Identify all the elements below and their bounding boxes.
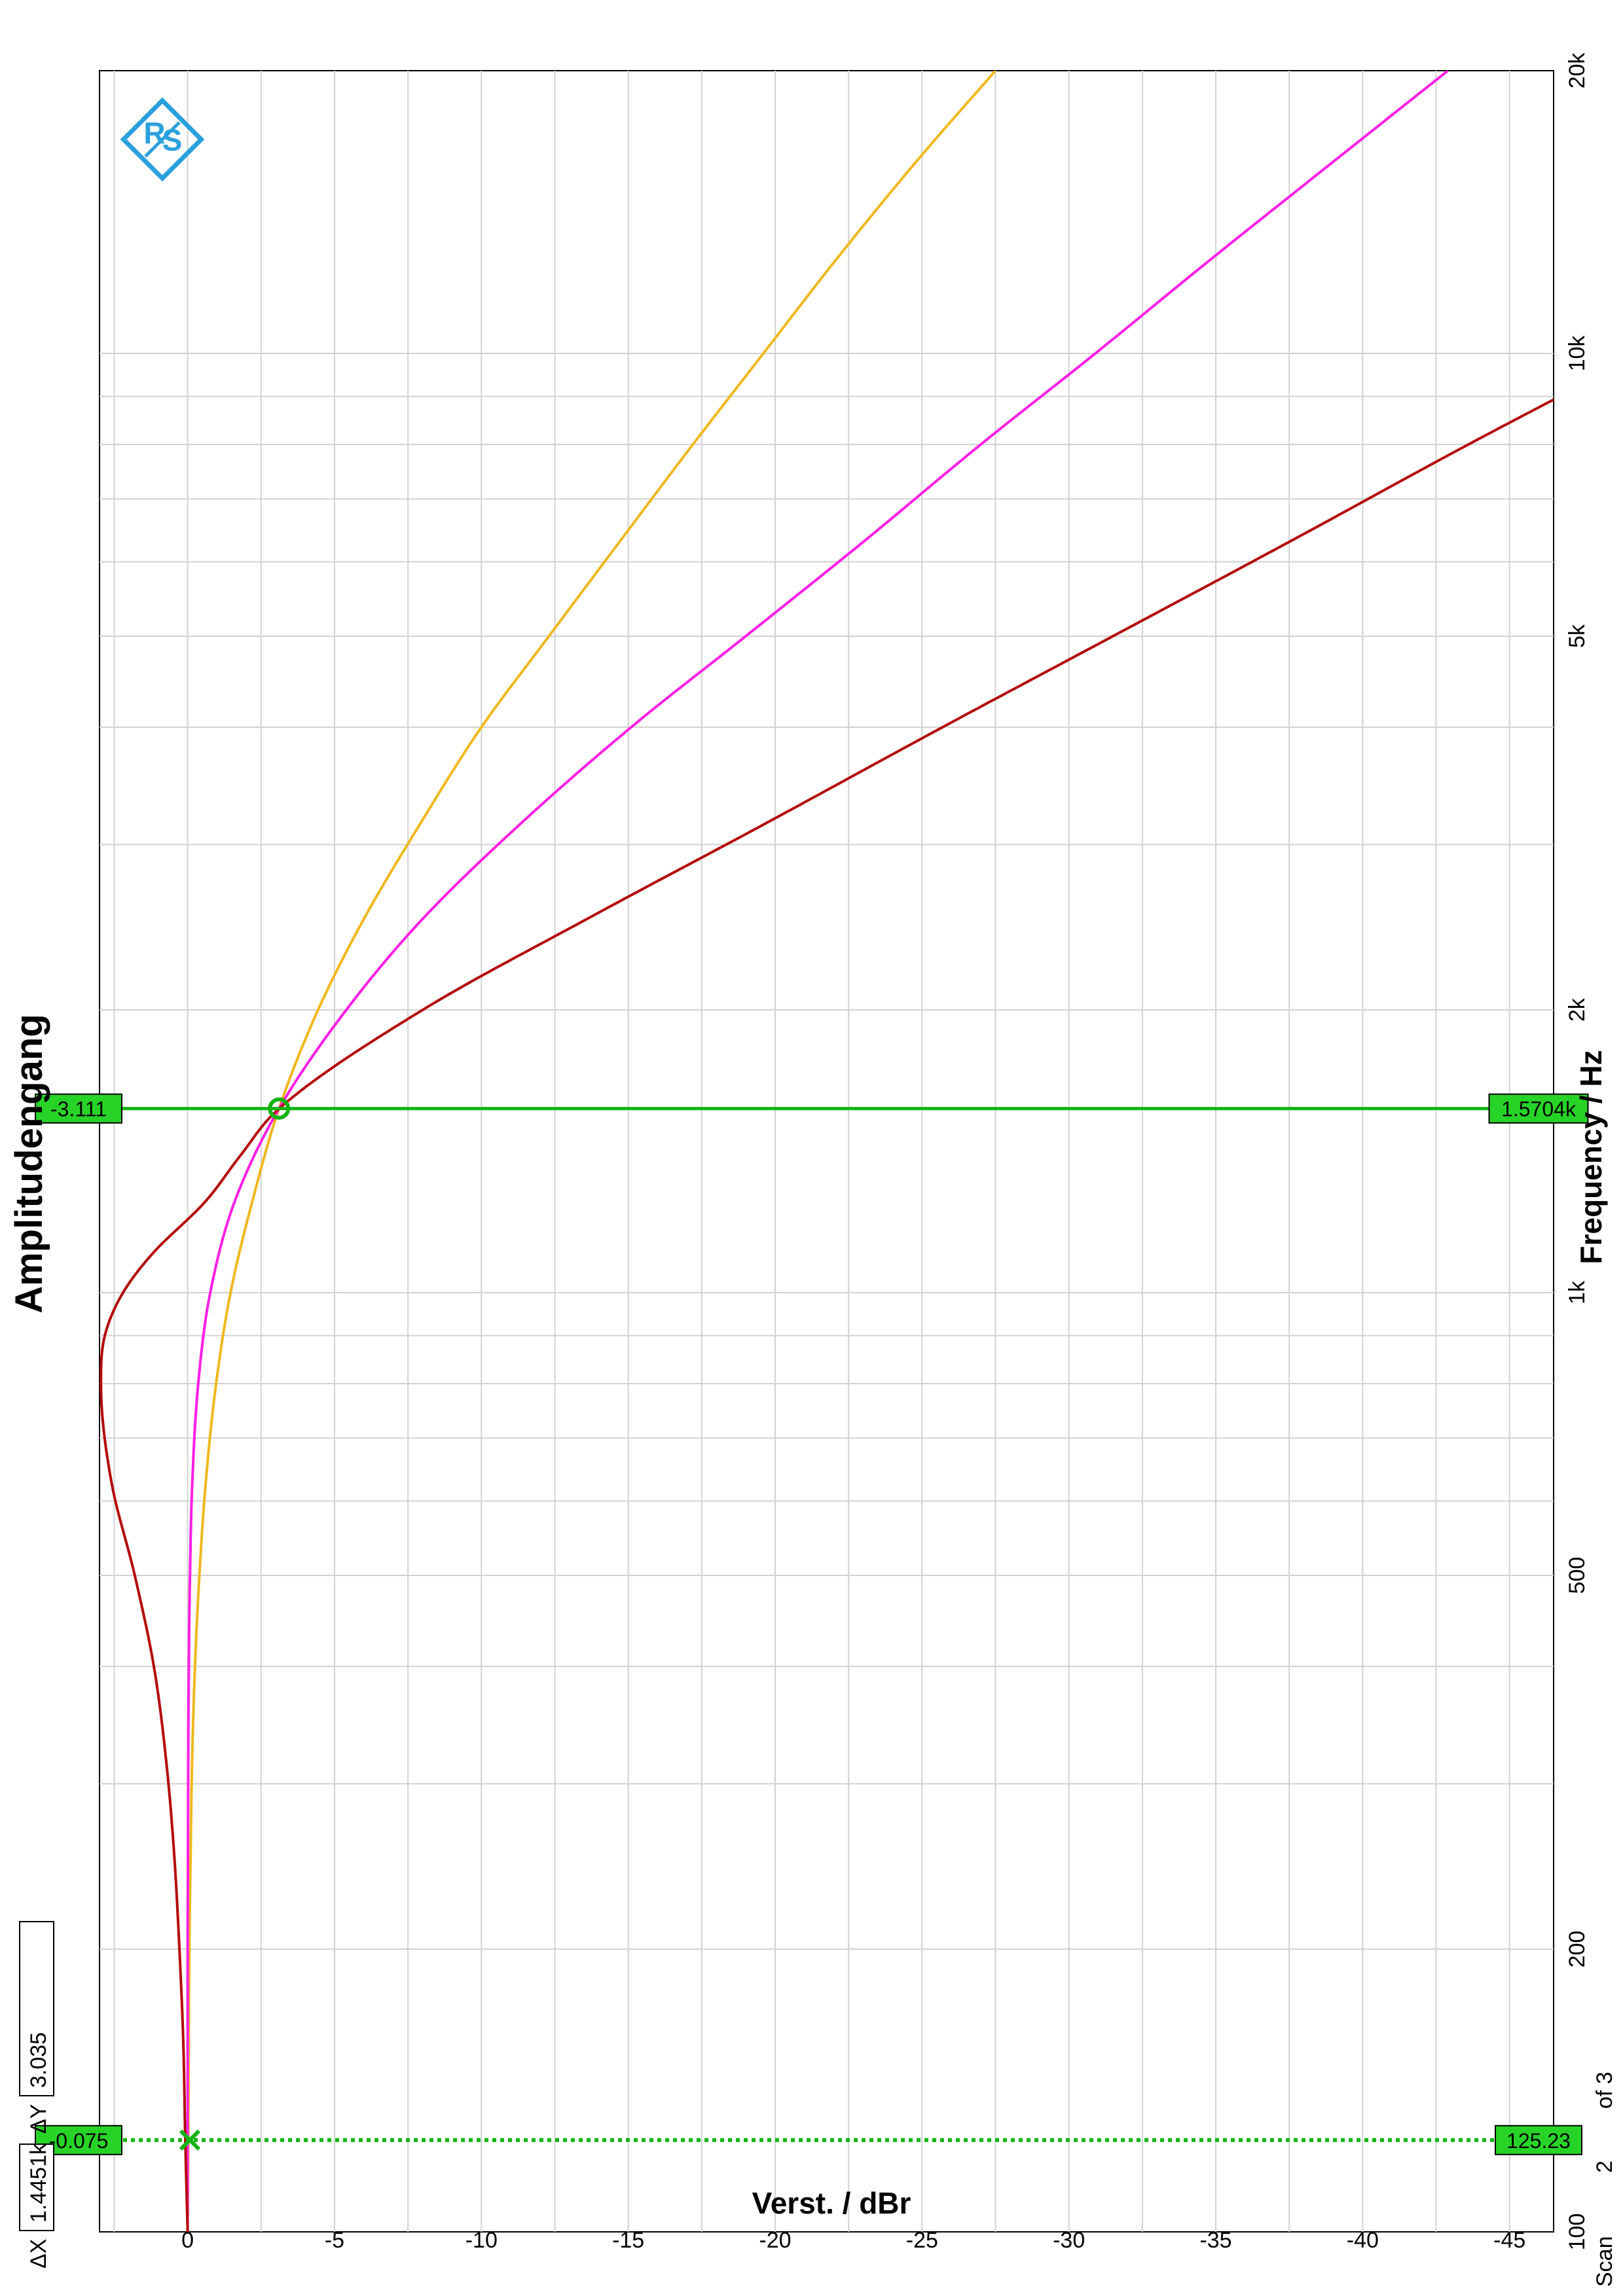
x-tick-label: 20k bbox=[1565, 52, 1590, 89]
scan-label: Scan bbox=[1592, 2236, 1617, 2287]
y-tick-label: -15 bbox=[612, 2228, 644, 2253]
y-tick-label: -45 bbox=[1493, 2228, 1525, 2253]
y-tick-label: -5 bbox=[325, 2228, 344, 2253]
delta-x-label: ΔX bbox=[26, 2239, 51, 2269]
x-tick-label: 2k bbox=[1565, 997, 1590, 1022]
rotated-plot-sheet: 100 200 500 1k 2k 5k 10k 20k 0 -5 -10 -15 -20 -25 -30… bbox=[0, 0, 1623, 2296]
y-axis-label: Verst. / dBr bbox=[752, 2186, 911, 2220]
y-tick-label: -25 bbox=[906, 2228, 938, 2253]
delta-y-value: 3.035 bbox=[26, 2032, 51, 2088]
delta-x-value: 1.4451k bbox=[26, 2143, 51, 2223]
y-tick-label: -30 bbox=[1053, 2228, 1085, 2253]
marker-x-badge: 1.5704k bbox=[1488, 1093, 1589, 1124]
plot-area bbox=[99, 70, 1554, 2233]
y-tick-label: -40 bbox=[1347, 2228, 1379, 2253]
delta-y-label: ΔY bbox=[26, 2104, 51, 2134]
scan-current: 2 bbox=[1592, 2161, 1617, 2173]
chart-title: Amplitudengang bbox=[8, 1014, 50, 1314]
scan-total: of 3 bbox=[1592, 2072, 1617, 2109]
marker-y-value: -0.075 bbox=[49, 2129, 109, 2153]
x-tick-label: 100 bbox=[1565, 2214, 1590, 2251]
marker-x-value: 1.5704k bbox=[1501, 1098, 1577, 1121]
marker-x-value: 125.23 bbox=[1506, 2129, 1571, 2153]
x-tick-label: 5k bbox=[1565, 624, 1590, 648]
x-axis-label: Frequency / Hz bbox=[1574, 1050, 1608, 1264]
delta-readout: ΔX 1.4451k ΔY 3.035 bbox=[19, 1921, 54, 2269]
page: 100 200 500 1k 2k 5k 10k 20k 0 -5 -10 -15 -20 -25 -30… bbox=[0, 0, 1623, 2296]
x-tick-label: 10k bbox=[1565, 335, 1590, 372]
marker-x-badge: 125.23 bbox=[1495, 2125, 1582, 2155]
y-tick-label: -35 bbox=[1199, 2228, 1231, 2253]
x-tick-label: 200 bbox=[1565, 1931, 1590, 1968]
scan-info: Scan 2 of 3 bbox=[1592, 2072, 1617, 2287]
y-tick-label: -10 bbox=[465, 2228, 498, 2253]
x-tick-label: 1k bbox=[1565, 1280, 1590, 1304]
marker-y-value: -3.111 bbox=[50, 1098, 107, 1121]
chart: 1002005001k2k5k10k20k 0 -5 -10 -15 -20 -25 -30… bbox=[8, 52, 1617, 2287]
plot-frame bbox=[99, 70, 1554, 2233]
x-tick-label: 500 bbox=[1565, 1557, 1590, 1594]
y-tick-label: -20 bbox=[759, 2228, 791, 2253]
